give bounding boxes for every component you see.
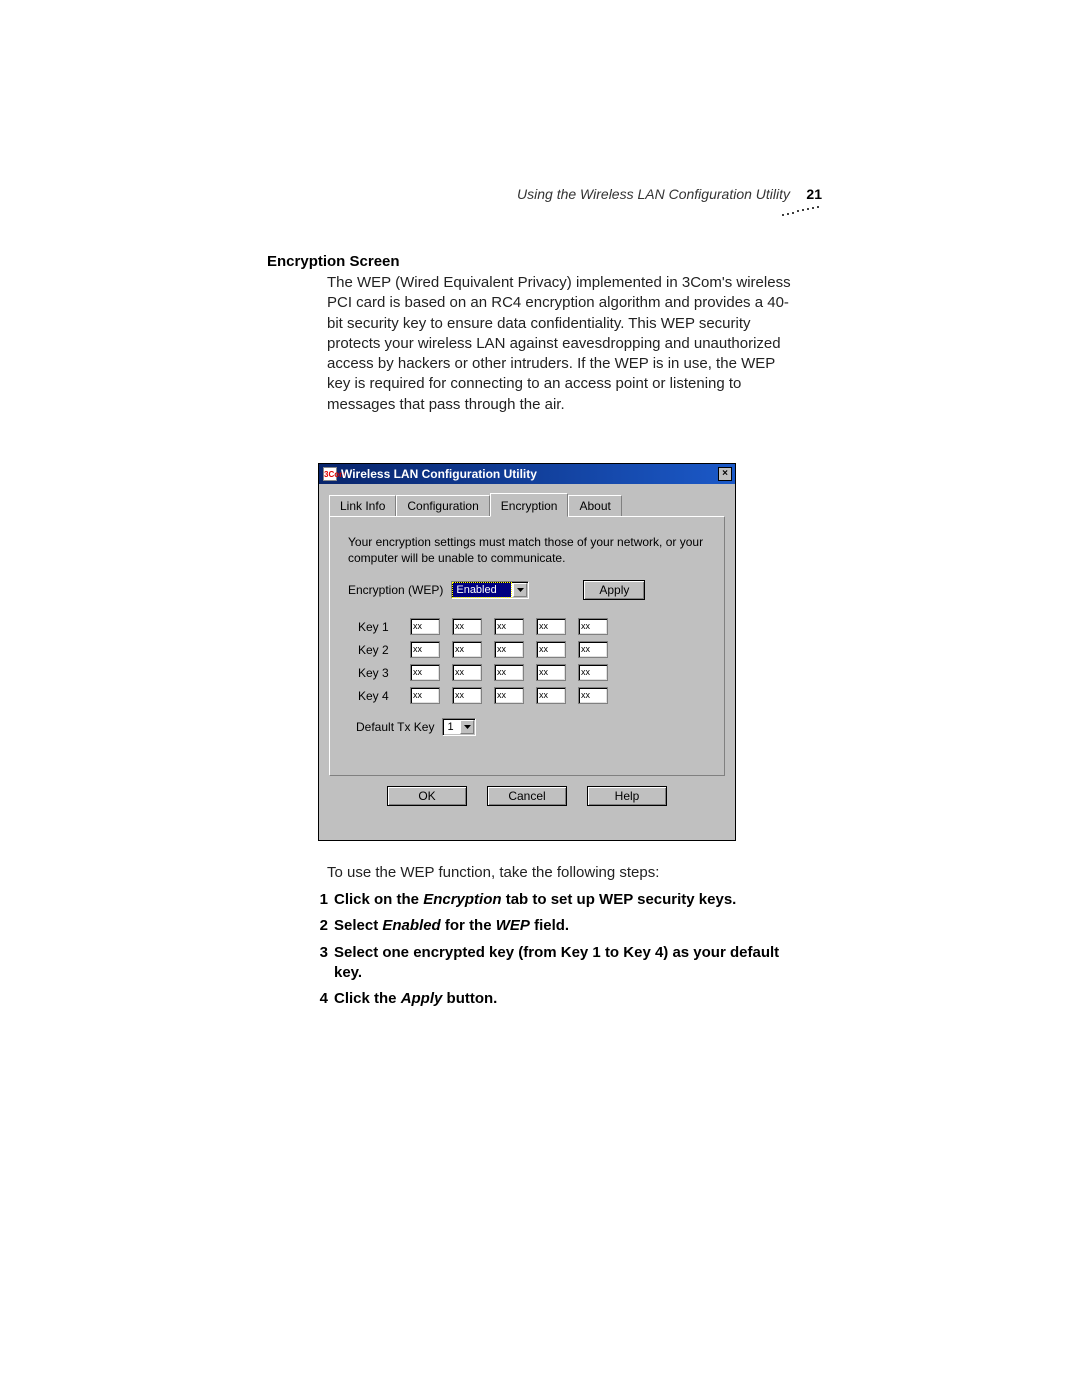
key-row-2: Key 2xxxxxxxxxx xyxy=(358,641,706,658)
step-number: 4 xyxy=(308,989,328,1009)
key-input[interactable]: xx xyxy=(578,664,608,681)
steps-list: 1 Click on the Encryption tab to set up W… xyxy=(308,890,798,1015)
step-item: 4 Click the Apply button. xyxy=(308,989,798,1009)
key-input[interactable]: xx xyxy=(494,641,524,658)
default-tx-key-dropdown[interactable]: 1 xyxy=(442,718,476,736)
encryption-wep-dropdown[interactable]: Enabled xyxy=(451,581,529,599)
key-input[interactable]: xx xyxy=(494,687,524,704)
chevron-down-icon xyxy=(460,720,474,734)
ok-button[interactable]: OK xyxy=(387,786,467,806)
key-input[interactable]: xx xyxy=(578,687,608,704)
key-input[interactable]: xx xyxy=(536,641,566,658)
step-item: 3Select one encrypted key (from Key 1 to… xyxy=(308,943,798,984)
key-input[interactable]: xx xyxy=(410,641,440,658)
key-input[interactable]: xx xyxy=(494,664,524,681)
apply-button[interactable]: Apply xyxy=(583,580,645,600)
step-number: 1 xyxy=(308,890,328,910)
tab-strip: Link Info Configuration Encryption About xyxy=(329,494,725,516)
key-input[interactable]: xx xyxy=(410,687,440,704)
close-button[interactable]: × xyxy=(718,467,732,481)
key-input[interactable]: xx xyxy=(494,618,524,635)
key-label: Key 1 xyxy=(358,620,398,634)
key-label: Key 4 xyxy=(358,689,398,703)
running-header: Using the Wireless LAN Configuration Uti… xyxy=(517,186,790,202)
window-title: Wireless LAN Configuration Utility xyxy=(341,467,537,481)
tab-about[interactable]: About xyxy=(568,495,621,516)
app-icon: 3Com xyxy=(323,467,337,481)
key-input[interactable]: xx xyxy=(410,664,440,681)
step-number: 3 xyxy=(308,943,328,984)
step-number: 2 xyxy=(308,916,328,936)
key-row-4: Key 4xxxxxxxxxx xyxy=(358,687,706,704)
key-input[interactable]: xx xyxy=(578,641,608,658)
step-item: 1 Click on the Encryption tab to set up W… xyxy=(308,890,798,910)
key-row-1: Key 1xxxxxxxxxx xyxy=(358,618,706,635)
step-text: Select one encrypted key (from Key 1 to … xyxy=(334,943,798,984)
key-label: Key 2 xyxy=(358,643,398,657)
step-text: Click on the Encryption tab to set up WE… xyxy=(334,890,736,910)
key-input[interactable]: xx xyxy=(536,687,566,704)
key-input[interactable]: xx xyxy=(536,618,566,635)
encryption-wep-value: Enabled xyxy=(453,583,511,597)
titlebar: 3Com Wireless LAN Configuration Utility … xyxy=(319,464,735,484)
help-button[interactable]: Help xyxy=(587,786,667,806)
dialog-buttons: OK Cancel Help xyxy=(319,776,735,812)
key-input[interactable]: xx xyxy=(578,618,608,635)
key-input[interactable]: xx xyxy=(536,664,566,681)
step-item: 2 Select Enabled for the WEP field. xyxy=(308,916,798,936)
default-tx-key-label: Default Tx Key xyxy=(356,720,434,734)
page-number: 21 xyxy=(806,186,822,202)
section-heading: Encryption Screen xyxy=(267,253,400,270)
step-text: Click the Apply button. xyxy=(334,989,497,1009)
section-body: The WEP (Wired Equivalent Privacy) imple… xyxy=(327,273,799,415)
key-input[interactable]: xx xyxy=(452,687,482,704)
step-text: Select Enabled for the WEP field. xyxy=(334,916,569,936)
encryption-wep-label: Encryption (WEP) xyxy=(348,583,443,597)
dots-ornament-icon xyxy=(780,205,822,217)
dialog-window: 3Com Wireless LAN Configuration Utility … xyxy=(318,463,736,841)
key-input[interactable]: xx xyxy=(452,618,482,635)
cancel-button[interactable]: Cancel xyxy=(487,786,567,806)
post-screenshot-text: To use the WEP function, take the follow… xyxy=(327,864,659,881)
tab-link-info[interactable]: Link Info xyxy=(329,495,396,516)
key-input[interactable]: xx xyxy=(410,618,440,635)
tab-encryption[interactable]: Encryption xyxy=(490,493,569,517)
panel-instruction: Your encryption settings must match thos… xyxy=(348,535,706,566)
key-row-3: Key 3xxxxxxxxxx xyxy=(358,664,706,681)
chevron-down-icon xyxy=(513,583,527,597)
tab-configuration[interactable]: Configuration xyxy=(396,495,489,516)
default-tx-key-value: 1 xyxy=(444,720,458,734)
encryption-panel: Your encryption settings must match thos… xyxy=(329,516,725,776)
key-input[interactable]: xx xyxy=(452,664,482,681)
key-input[interactable]: xx xyxy=(452,641,482,658)
key-label: Key 3 xyxy=(358,666,398,680)
